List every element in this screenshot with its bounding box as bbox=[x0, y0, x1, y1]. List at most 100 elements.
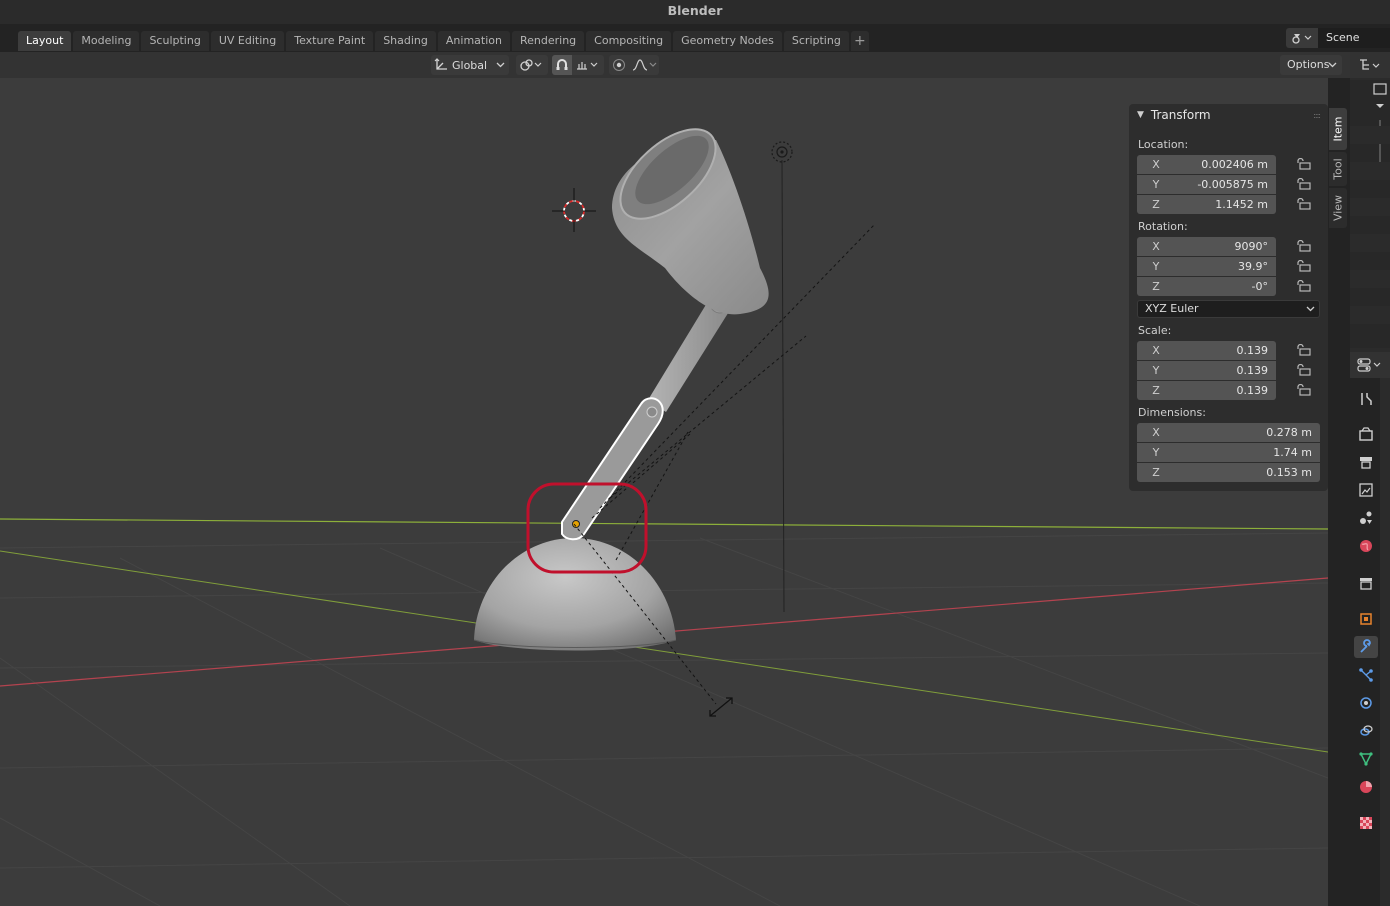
scale-z-field[interactable]: Z 0.139 bbox=[1137, 381, 1276, 400]
lock-icon[interactable] bbox=[1297, 384, 1311, 396]
rotation-label: Rotation: bbox=[1138, 220, 1188, 233]
scale-x-field[interactable]: X 0.139 bbox=[1137, 341, 1276, 360]
modifier-icon[interactable] bbox=[1354, 636, 1378, 658]
tab-animation[interactable]: Animation bbox=[437, 31, 510, 51]
rotation-y-field[interactable]: Y 39.9° bbox=[1137, 257, 1276, 276]
location-y-field[interactable]: Y -0.005875 m bbox=[1137, 175, 1276, 194]
tab-scripting[interactable]: Scripting bbox=[783, 31, 849, 51]
data-icon[interactable] bbox=[1354, 748, 1378, 770]
rotation-x-field[interactable]: X 9090° bbox=[1137, 237, 1276, 256]
physics-icon[interactable] bbox=[1354, 692, 1378, 714]
lock-icon[interactable] bbox=[1297, 178, 1311, 190]
properties-tabs bbox=[1350, 378, 1380, 906]
scale-label: Scale: bbox=[1138, 324, 1172, 337]
snap-toggle-icon[interactable] bbox=[552, 55, 572, 75]
rotation-z-field[interactable]: Z -0° bbox=[1137, 277, 1276, 296]
output-icon[interactable] bbox=[1354, 451, 1378, 473]
scene-name-field[interactable]: Scene bbox=[1318, 28, 1390, 48]
object-icon[interactable] bbox=[1354, 608, 1378, 630]
light-object[interactable] bbox=[771, 141, 793, 163]
tab-rendering[interactable]: Rendering bbox=[511, 31, 585, 51]
tab-geometry-nodes[interactable]: Geometry Nodes bbox=[673, 31, 782, 51]
lock-icon[interactable] bbox=[1297, 198, 1311, 210]
rotation-mode-dropdown[interactable]: XYZ Euler bbox=[1137, 300, 1320, 318]
scene-icon[interactable] bbox=[1286, 28, 1318, 48]
lock-icon[interactable] bbox=[1297, 344, 1311, 356]
collapse-arrow-icon[interactable]: ▼ bbox=[1137, 110, 1144, 120]
texture-icon[interactable] bbox=[1354, 812, 1378, 834]
pivot-point-dropdown[interactable] bbox=[516, 55, 548, 75]
tab-texture-paint[interactable]: Texture Paint bbox=[286, 31, 374, 51]
workspace-tabs: Layout Modeling Sculpting UV Editing Tex… bbox=[18, 31, 871, 51]
tab-shading[interactable]: Shading bbox=[375, 31, 436, 51]
right-editors-column bbox=[1350, 52, 1390, 906]
outliner-header bbox=[1350, 52, 1390, 78]
tab-item[interactable]: Item bbox=[1329, 108, 1347, 150]
transform-panel: ▼ Transform :::: Location: X 0.002406 m Y… bbox=[1129, 104, 1328, 491]
scale-gizmo-icon[interactable] bbox=[709, 697, 733, 717]
dimensions-label: Dimensions: bbox=[1138, 406, 1206, 419]
particles-icon[interactable] bbox=[1354, 664, 1378, 686]
outliner-area[interactable] bbox=[1350, 80, 1390, 348]
dimensions-y-field[interactable]: Y 1.74 m bbox=[1137, 443, 1320, 462]
falloff-curve-icon[interactable] bbox=[629, 55, 661, 75]
sidebar-tabs: Item Tool View bbox=[1328, 78, 1350, 906]
lock-icon[interactable] bbox=[1297, 364, 1311, 376]
transform-title: Transform bbox=[1150, 108, 1211, 122]
collection-icon[interactable] bbox=[1354, 572, 1378, 594]
tab-sculpting[interactable]: Sculpting bbox=[141, 31, 209, 51]
scale-y-field[interactable]: Y 0.139 bbox=[1137, 361, 1276, 380]
render-icon[interactable] bbox=[1354, 423, 1378, 445]
tab-uv-editing[interactable]: UV Editing bbox=[210, 31, 285, 51]
collection-icon[interactable] bbox=[1373, 83, 1387, 95]
lock-icon[interactable] bbox=[1297, 280, 1311, 292]
lamp-lower-arm-selected[interactable] bbox=[561, 397, 664, 541]
editor-type-icon[interactable] bbox=[1350, 352, 1386, 378]
lock-icon[interactable] bbox=[1297, 240, 1311, 252]
snapping-controls bbox=[552, 55, 604, 75]
lamp-upper-arm[interactable] bbox=[648, 298, 730, 412]
tab-modeling[interactable]: Modeling bbox=[73, 31, 140, 51]
options-label: Options bbox=[1287, 58, 1330, 71]
transform-panel-header[interactable]: ▼ Transform :::: bbox=[1129, 104, 1328, 126]
scene-selector[interactable]: Scene bbox=[1286, 28, 1390, 48]
properties-header bbox=[1350, 352, 1390, 378]
rotation-mode-value: XYZ Euler bbox=[1145, 302, 1199, 315]
tool-icon[interactable] bbox=[1354, 388, 1378, 410]
floor-grid bbox=[0, 532, 1328, 906]
lamp-model[interactable] bbox=[473, 113, 769, 651]
transform-orientation-dropdown[interactable]: Global bbox=[431, 55, 509, 75]
lock-icon[interactable] bbox=[1297, 260, 1311, 272]
tab-compositing[interactable]: Compositing bbox=[586, 31, 672, 51]
expand-arrow-icon[interactable] bbox=[1376, 104, 1384, 108]
constraints-icon[interactable] bbox=[1354, 720, 1378, 742]
dimensions-z-field[interactable]: Z 0.153 m bbox=[1137, 463, 1320, 482]
3d-cursor[interactable] bbox=[552, 188, 596, 232]
dimensions-x-field[interactable]: X 0.278 m bbox=[1137, 423, 1320, 442]
add-workspace-button[interactable]: + bbox=[850, 31, 869, 51]
tab-view[interactable]: View bbox=[1329, 188, 1347, 228]
snap-increment-icon[interactable] bbox=[572, 55, 602, 75]
y-axis-line-front bbox=[0, 550, 1328, 753]
options-dropdown[interactable]: Options bbox=[1280, 55, 1342, 75]
world-icon[interactable] bbox=[1354, 535, 1378, 557]
pivot-point-icon bbox=[516, 55, 546, 75]
y-axis-line bbox=[0, 518, 1328, 530]
material-icon[interactable] bbox=[1354, 776, 1378, 798]
location-z-field[interactable]: Z 1.1452 m bbox=[1137, 195, 1276, 214]
proportional-editing-controls bbox=[609, 55, 659, 75]
workspace-bar: Layout Modeling Sculpting UV Editing Tex… bbox=[0, 24, 1390, 52]
view-layer-icon[interactable] bbox=[1354, 479, 1378, 501]
chevron-down-icon bbox=[1306, 301, 1315, 322]
proportional-editing-icon[interactable] bbox=[609, 55, 629, 75]
lock-icon[interactable] bbox=[1297, 158, 1311, 170]
viewport-header: Global Options bbox=[0, 52, 1350, 78]
editor-type-icon[interactable] bbox=[1350, 52, 1382, 78]
light-vertical-line bbox=[781, 159, 785, 613]
tab-tool[interactable]: Tool bbox=[1329, 152, 1347, 186]
orientation-label: Global bbox=[452, 58, 488, 72]
drag-grip-icon[interactable]: :::: bbox=[1313, 111, 1321, 120]
location-x-field[interactable]: X 0.002406 m bbox=[1137, 155, 1276, 174]
tab-layout[interactable]: Layout bbox=[18, 31, 72, 51]
scene-icon[interactable] bbox=[1354, 507, 1378, 529]
